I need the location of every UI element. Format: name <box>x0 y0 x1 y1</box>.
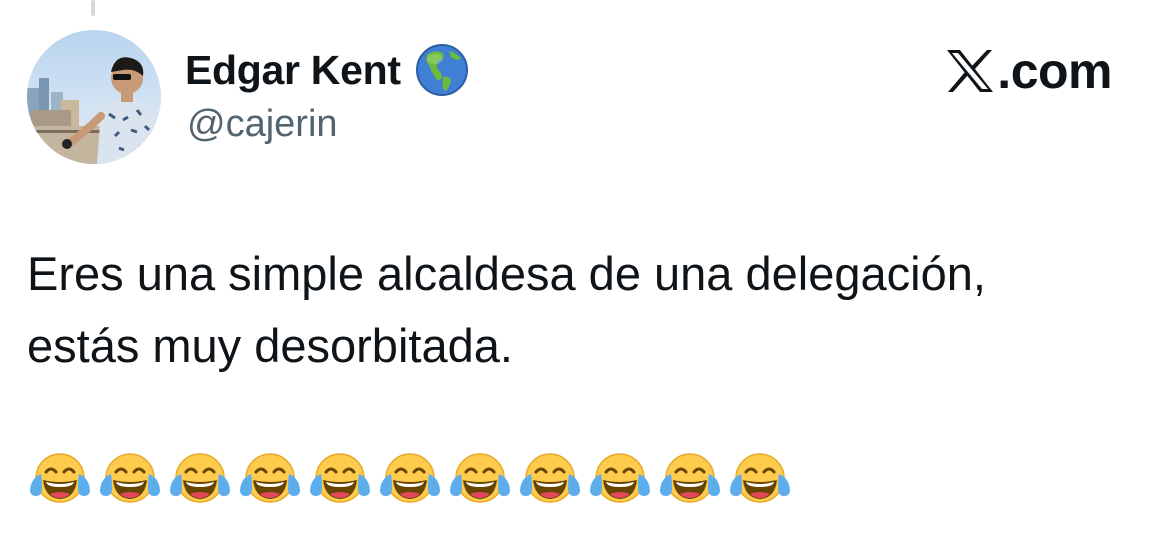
tweet-text-line-1: Eres una simple alcaldesa de una delegac… <box>27 247 986 300</box>
face-with-tears-of-joy-icon <box>97 448 163 506</box>
author-name-row: Edgar Kent <box>185 42 469 98</box>
globe-americas-icon <box>415 43 469 97</box>
avatar[interactable] <box>27 30 161 164</box>
face-with-tears-of-joy-icon <box>447 448 513 506</box>
face-with-tears-of-joy-icon <box>517 448 583 506</box>
face-with-tears-of-joy-icon <box>167 448 233 506</box>
author-handle[interactable]: @cajerin <box>187 103 338 146</box>
face-with-tears-of-joy-icon <box>727 448 793 506</box>
tweet-text: Eres una simple alcaldesa de una delegac… <box>27 238 1127 382</box>
face-with-tears-of-joy-icon <box>27 448 93 506</box>
face-with-tears-of-joy-icon <box>587 448 653 506</box>
x-logo-icon <box>945 48 995 94</box>
author-display-name[interactable]: Edgar Kent <box>185 47 401 94</box>
avatar-photo <box>27 30 161 164</box>
tweet-text-line-2: estás muy desorbitada. <box>27 319 513 372</box>
face-with-tears-of-joy-icon <box>657 448 723 506</box>
thread-connector-line <box>91 0 95 16</box>
face-with-tears-of-joy-icon <box>377 448 443 506</box>
brand-domain-text: .com <box>997 43 1112 99</box>
brand-watermark: .com <box>945 43 1112 99</box>
emoji-row <box>27 448 793 506</box>
face-with-tears-of-joy-icon <box>307 448 373 506</box>
face-with-tears-of-joy-icon <box>237 448 303 506</box>
